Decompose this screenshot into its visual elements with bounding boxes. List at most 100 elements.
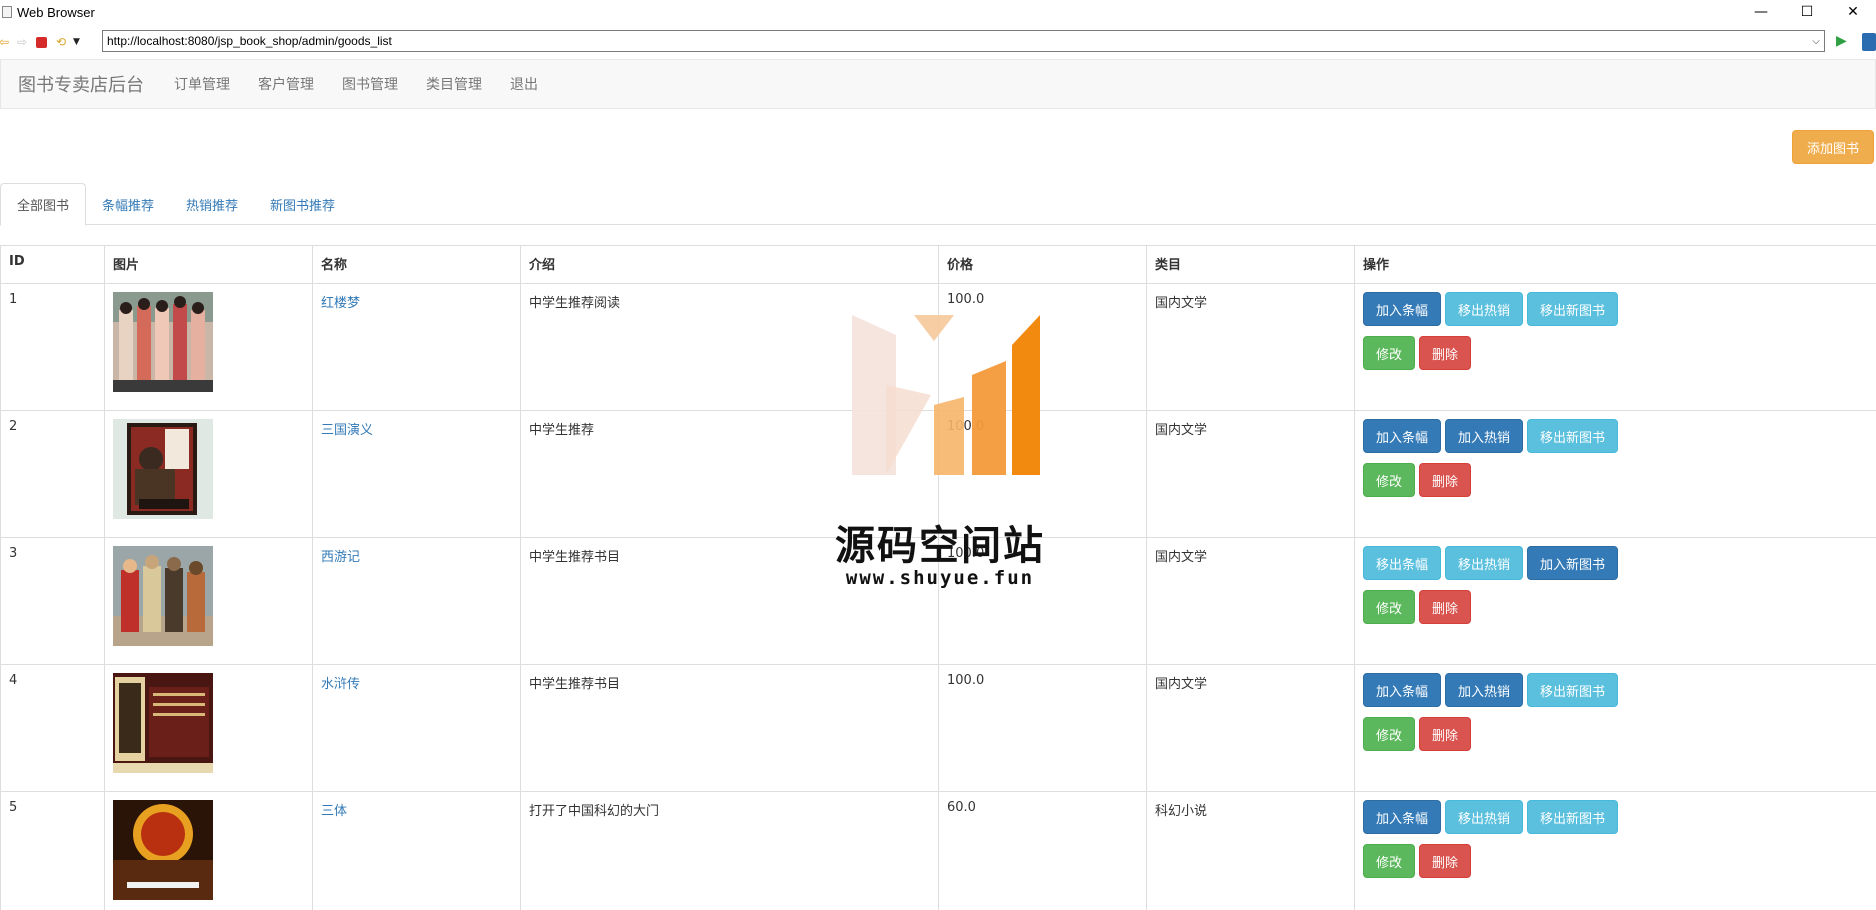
remove-banner-button[interactable]: 移出条幅 [1363, 546, 1442, 580]
cell-name: 西游记 [312, 537, 521, 665]
tab-all-books[interactable]: 全部图书 [0, 183, 87, 226]
add-banner-button[interactable]: 加入条幅 [1363, 292, 1442, 326]
book-cover-image [113, 292, 213, 392]
cell-id: 1 [0, 283, 105, 411]
remove-new-button[interactable]: 移出新图书 [1527, 419, 1619, 453]
remove-hot-button[interactable]: 移出热销 [1445, 292, 1524, 326]
cell-image [104, 410, 313, 538]
cell-image [104, 283, 313, 411]
cell-actions: 加入条幅 加入热销 移出新图书 修改 删除 [1354, 664, 1876, 792]
cell-id: 4 [0, 664, 105, 792]
remove-new-button[interactable]: 移出新图书 [1527, 292, 1619, 326]
back-icon[interactable]: ⇦ [0, 34, 12, 50]
refresh-icon[interactable]: ⟲ [53, 34, 69, 50]
table-row: 3 西游记 中学生推荐书目 100.0 国内文学 移出条幅 移出热销 加入新图书… [0, 537, 1876, 665]
add-new-button[interactable]: 加入新图书 [1527, 546, 1619, 580]
remove-new-button[interactable]: 移出新图书 [1527, 673, 1619, 707]
cell-price: 100.0 [938, 410, 1147, 538]
cell-actions: 加入条幅 移出热销 移出新图书 修改 删除 [1354, 283, 1876, 411]
add-book-button[interactable]: 添加图书 [1792, 130, 1874, 164]
edit-button[interactable]: 修改 [1363, 590, 1416, 624]
nav-link-orders[interactable]: 订单管理 [174, 74, 230, 94]
url-input[interactable] [107, 32, 1808, 50]
book-tabs: 全部图书 条幅推荐 热销推荐 新图书推荐 [0, 183, 1876, 226]
navbar-brand[interactable]: 图书专卖店后台 [18, 71, 144, 97]
window-titlebar: Web Browser — ☐ ✕ [0, 0, 1876, 24]
add-banner-button[interactable]: 加入条幅 [1363, 800, 1442, 834]
book-cover-image [113, 419, 213, 519]
remove-new-button[interactable]: 移出新图书 [1527, 800, 1619, 834]
cell-name: 红楼梦 [312, 283, 521, 411]
maximize-button[interactable]: ☐ [1784, 0, 1830, 24]
cell-price: 60.0 [938, 791, 1147, 910]
add-hot-button[interactable]: 加入热销 [1445, 419, 1524, 453]
tab-banner[interactable]: 条幅推荐 [86, 183, 170, 225]
remove-hot-button[interactable]: 移出热销 [1445, 546, 1524, 580]
cell-category: 国内文学 [1146, 283, 1355, 411]
cell-id: 2 [0, 410, 105, 538]
toolbar-dropdown-icon[interactable]: ▼ [73, 37, 80, 47]
nav-link-logout[interactable]: 退出 [510, 74, 538, 94]
goods-table-container: ID 图片 名称 介绍 价格 类目 操作 1 红楼梦 中学生推荐阅读 100.0… [0, 245, 1876, 910]
minimize-button[interactable]: — [1738, 0, 1784, 24]
cell-name: 三体 [312, 791, 521, 910]
tab-hot[interactable]: 热销推荐 [170, 183, 254, 225]
cell-name: 水浒传 [312, 664, 521, 792]
column-header-actions: 操作 [1354, 245, 1876, 284]
window-controls: — ☐ ✕ [1738, 0, 1876, 24]
column-header-price: 价格 [938, 245, 1147, 284]
go-icon[interactable]: ▶ [1836, 33, 1847, 49]
cell-price: 100.0 [938, 537, 1147, 665]
column-header-image: 图片 [104, 245, 313, 284]
nav-link-books[interactable]: 图书管理 [342, 74, 398, 94]
nav-link-categories[interactable]: 类目管理 [426, 74, 482, 94]
cell-actions: 移出条幅 移出热销 加入新图书 修改 删除 [1354, 537, 1876, 665]
table-header-row: ID 图片 名称 介绍 价格 类目 操作 [0, 245, 1876, 284]
book-name-link[interactable]: 水浒传 [321, 677, 360, 692]
cell-id: 5 [0, 791, 105, 910]
edit-button[interactable]: 修改 [1363, 844, 1416, 878]
remove-hot-button[interactable]: 移出热销 [1445, 800, 1524, 834]
address-bar[interactable]: ⌵ [102, 30, 1825, 52]
add-banner-button[interactable]: 加入条幅 [1363, 673, 1442, 707]
cell-category: 国内文学 [1146, 537, 1355, 665]
stop-icon[interactable] [36, 36, 47, 48]
browser-toolbar: ⇦ ⇨ ⟲ ▼ ⌵ ▶ [0, 28, 1876, 56]
tab-new[interactable]: 新图书推荐 [254, 183, 351, 225]
bookmarks-icon[interactable] [1862, 33, 1876, 51]
add-hot-button[interactable]: 加入热销 [1445, 673, 1524, 707]
delete-button[interactable]: 删除 [1419, 844, 1472, 878]
table-row: 5 三体 打开了中国科幻的大门 60.0 科幻小说 加入条幅 移出热销 移出新图… [0, 791, 1876, 910]
book-name-link[interactable]: 西游记 [321, 550, 360, 565]
close-button[interactable]: ✕ [1830, 0, 1876, 24]
delete-button[interactable]: 删除 [1419, 336, 1472, 370]
cell-actions: 加入条幅 加入热销 移出新图书 修改 删除 [1354, 410, 1876, 538]
edit-button[interactable]: 修改 [1363, 336, 1416, 370]
cell-intro: 中学生推荐阅读 [520, 283, 939, 411]
cell-category: 科幻小说 [1146, 791, 1355, 910]
cell-intro: 中学生推荐书目 [520, 664, 939, 792]
table-row: 2 三国演义 中学生推荐 100.0 国内文学 加入条幅 加入热销 移出新图书 … [0, 410, 1876, 538]
book-name-link[interactable]: 三体 [321, 804, 347, 819]
edit-button[interactable]: 修改 [1363, 463, 1416, 497]
book-name-link[interactable]: 红楼梦 [321, 296, 360, 311]
delete-button[interactable]: 删除 [1419, 590, 1472, 624]
nav-link-customers[interactable]: 客户管理 [258, 74, 314, 94]
forward-icon[interactable]: ⇨ [14, 34, 30, 50]
table-row: 1 红楼梦 中学生推荐阅读 100.0 国内文学 加入条幅 移出热销 移出新图书… [0, 283, 1876, 411]
cell-price: 100.0 [938, 283, 1147, 411]
book-name-link[interactable]: 三国演义 [321, 423, 373, 438]
edit-button[interactable]: 修改 [1363, 717, 1416, 751]
cell-image [104, 537, 313, 665]
app-icon [2, 6, 12, 18]
cell-intro: 中学生推荐 [520, 410, 939, 538]
column-header-category: 类目 [1146, 245, 1355, 284]
cell-category: 国内文学 [1146, 664, 1355, 792]
address-dropdown-icon[interactable]: ⌵ [1808, 36, 1824, 47]
cell-name: 三国演义 [312, 410, 521, 538]
table-row: 4 水浒传 中学生推荐书目 100.0 国内文学 加入条幅 加入热销 移出新图书… [0, 664, 1876, 792]
delete-button[interactable]: 删除 [1419, 463, 1472, 497]
add-banner-button[interactable]: 加入条幅 [1363, 419, 1442, 453]
cell-intro: 打开了中国科幻的大门 [520, 791, 939, 910]
delete-button[interactable]: 删除 [1419, 717, 1472, 751]
